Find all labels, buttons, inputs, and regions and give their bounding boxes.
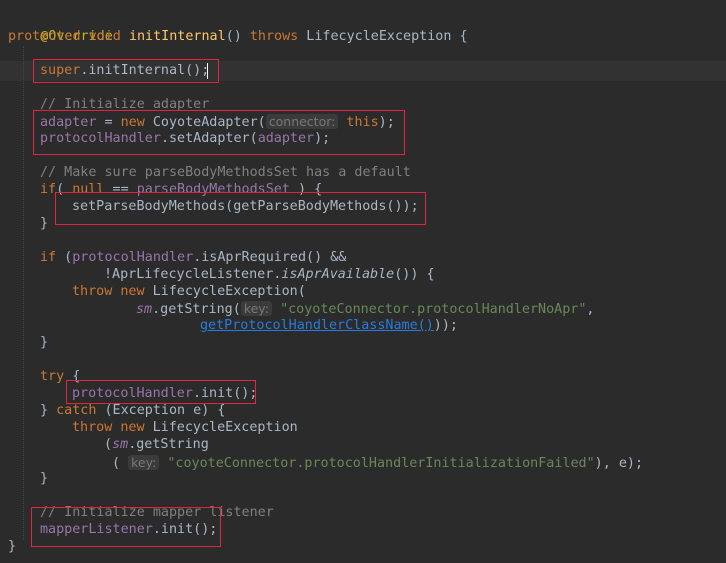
method-name-token: initInternal: [128, 29, 226, 44]
code-line[interactable]: }: [40, 334, 48, 351]
highlight-box-protocol-init: [66, 380, 256, 404]
string-token: "coyoteConnector.protocolHandlerNoApr": [280, 302, 587, 317]
code-editor[interactable]: @Override protected void initInternal() …: [0, 0, 726, 563]
keyword-token: throw new: [72, 284, 145, 299]
indent-guide: [23, 46, 24, 540]
comment-token: // Make sure parseBodyMethodsSet has a d…: [40, 165, 411, 180]
code-token: ));: [433, 318, 458, 333]
code-token: .isAprRequired() &&: [193, 250, 347, 265]
highlight-box-adapter: [33, 110, 405, 155]
code-token: ,: [586, 302, 595, 317]
code-line[interactable]: if (protocolHandler.isAprRequired() &&: [40, 249, 346, 266]
code-token: (): [225, 29, 250, 44]
code-token: }: [40, 335, 49, 350]
code-line[interactable]: } catch (Exception e) {: [40, 402, 225, 419]
code-line[interactable]: // Make sure parseBodyMethodsSet has a d…: [40, 164, 411, 181]
code-line[interactable]: (sm.getString: [104, 436, 209, 453]
code-line[interactable]: sm.getString(key: "coyoteConnector.proto…: [136, 300, 594, 317]
keyword-token: throw new: [72, 420, 145, 435]
code-line[interactable]: ( key: "coyoteConnector.protocolHandlerI…: [112, 454, 643, 471]
field-token: protocolHandler: [72, 250, 194, 265]
code-token: !AprLifecycleListener.: [104, 267, 282, 282]
keyword-token: throws: [249, 29, 299, 44]
code-token: .getString: [128, 437, 209, 452]
keyword-token: try: [40, 369, 65, 384]
keyword-token: if: [40, 182, 57, 197]
code-token: .getString(: [152, 302, 241, 317]
static-method-token: isAprAvailable: [281, 267, 395, 282]
code-token: ()) {: [394, 267, 435, 282]
code-token: }: [40, 403, 57, 418]
parameter-hint: key:: [240, 301, 272, 316]
keyword-token: protected void: [8, 29, 121, 44]
code-token: }: [8, 539, 17, 554]
code-line[interactable]: throw new LifecycleException: [72, 419, 298, 436]
code-line[interactable]: throw new LifecycleException(: [72, 283, 306, 300]
code-line[interactable]: protected void initInternal() throws Lif…: [8, 28, 468, 45]
parameter-hint: key:: [128, 455, 160, 470]
field-token: sm: [136, 302, 153, 317]
string-token: "coyoteConnector.protocolHandlerInitiali…: [167, 456, 595, 471]
code-token: LifecycleException {: [298, 29, 468, 44]
code-token: (: [56, 250, 73, 265]
code-line[interactable]: }: [8, 538, 16, 555]
code-line[interactable]: }: [40, 215, 48, 232]
code-token: ), e);: [594, 456, 644, 471]
code-token: (Exception e) {: [96, 403, 226, 418]
code-token: }: [40, 216, 49, 231]
code-line[interactable]: @Override: [8, 11, 113, 44]
keyword-token: catch: [56, 403, 97, 418]
keyword-token: if: [40, 250, 57, 265]
code-token: LifecycleException(: [144, 284, 306, 299]
field-token: sm: [112, 437, 129, 452]
highlight-box-parse-body: [55, 192, 426, 225]
code-token: (: [112, 456, 121, 471]
highlight-box-mapper-init: [31, 507, 221, 547]
code-token: LifecycleException: [144, 420, 298, 435]
code-token: }: [40, 471, 49, 486]
highlight-box-super-init: [33, 59, 219, 83]
code-line[interactable]: !AprLifecycleListener.isAprAvailable()) …: [104, 266, 435, 283]
method-call-link[interactable]: getProtocolHandlerClassName(): [200, 318, 434, 333]
code-line[interactable]: }: [40, 470, 48, 487]
code-line[interactable]: getProtocolHandlerClassName()));: [200, 317, 458, 334]
code-token: (: [104, 437, 113, 452]
